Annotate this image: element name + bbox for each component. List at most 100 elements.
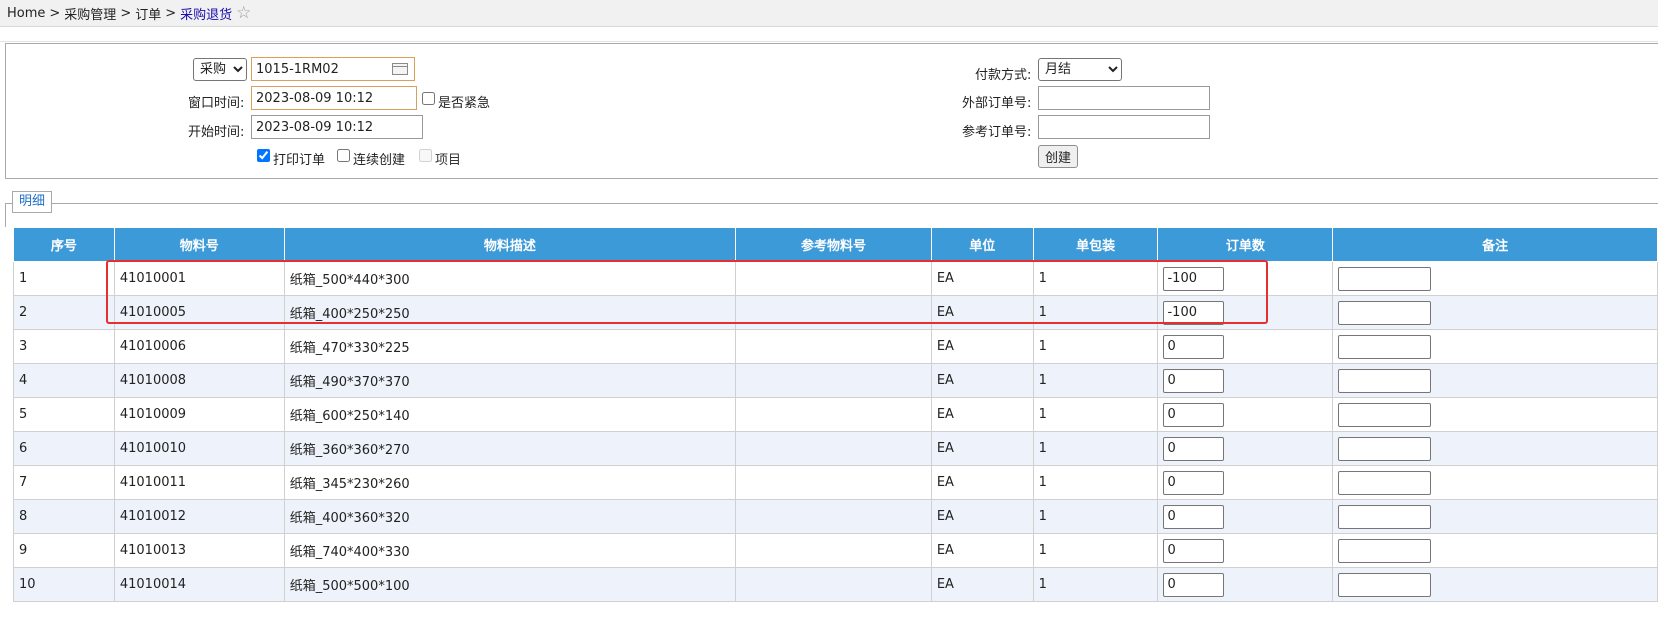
breadcrumb-home[interactable]: Home	[7, 6, 45, 21]
note-input[interactable]	[1338, 402, 1432, 427]
table-row: 6 41010010 纸箱_360*360*270 EA 1	[13, 431, 1658, 466]
cell-unit: EA	[930, 533, 1034, 568]
create-button[interactable]: 创建	[1038, 145, 1079, 168]
note-input[interactable]	[1338, 266, 1432, 291]
note-input[interactable]	[1338, 368, 1432, 393]
breadcrumb-orders[interactable]: 订单	[135, 8, 161, 23]
breadcrumb-bar: Home > 采购管理 > 订单 > 采购退货 ☆	[0, 0, 1658, 27]
qty-input[interactable]	[1163, 436, 1225, 461]
cell-pack: 1	[1032, 261, 1159, 296]
column-header-description: 物料描述	[283, 227, 737, 262]
breadcrumb: Home > 采购管理 > 订单 > 采购退货 ☆	[7, 4, 251, 24]
column-header-unit: 单位	[930, 227, 1034, 262]
cell-no: 4	[13, 363, 115, 398]
qty-input[interactable]	[1163, 300, 1225, 325]
note-input[interactable]	[1338, 334, 1432, 359]
cell-material: 41010005	[113, 295, 285, 330]
cell-material: 41010010	[113, 431, 285, 466]
note-input[interactable]	[1338, 300, 1432, 325]
external-order-no-field[interactable]	[1038, 86, 1210, 110]
cell-no: 8	[13, 499, 115, 534]
column-header-no: 序号	[13, 227, 115, 262]
cell-description: 纸箱_740*400*330	[283, 533, 737, 568]
qty-input[interactable]	[1163, 368, 1225, 393]
cell-unit: EA	[930, 431, 1034, 466]
cell-note	[1332, 431, 1658, 466]
breadcrumb-purchasing[interactable]: 采购管理	[64, 8, 116, 23]
cell-ref-material	[735, 363, 932, 398]
breadcrumb-current[interactable]: 采购退货	[180, 8, 232, 23]
external-order-no-label: 外部订单号:	[962, 96, 1032, 111]
order-type-select[interactable]: 采购	[193, 58, 247, 81]
cell-material: 41010012	[113, 499, 285, 534]
cell-description: 纸箱_470*330*225	[283, 329, 737, 364]
cell-no: 6	[13, 431, 115, 466]
cell-qty	[1157, 465, 1334, 500]
cell-no: 1	[13, 261, 115, 296]
star-outline-icon[interactable]: ☆	[236, 5, 251, 22]
note-input[interactable]	[1338, 470, 1432, 495]
cell-pack: 1	[1032, 431, 1159, 466]
detail-fieldset-border-left	[5, 203, 6, 227]
note-input[interactable]	[1338, 436, 1432, 461]
cell-description: 纸箱_400*250*250	[283, 295, 737, 330]
column-header-note: 备注	[1332, 227, 1658, 262]
cell-ref-material	[735, 533, 932, 568]
continuous-create-checkbox[interactable]	[337, 149, 350, 162]
project-checkbox[interactable]	[419, 149, 432, 162]
note-input[interactable]	[1338, 538, 1432, 563]
table-row: 4 41010008 纸箱_490*370*370 EA 1	[13, 363, 1658, 398]
cell-note	[1332, 533, 1658, 568]
qty-input[interactable]	[1163, 402, 1225, 427]
column-header-qty: 订单数	[1157, 227, 1334, 262]
payment-method-select[interactable]: 月结	[1038, 58, 1122, 81]
qty-input[interactable]	[1163, 538, 1225, 563]
cell-qty	[1157, 499, 1334, 534]
cell-qty	[1157, 567, 1334, 602]
cell-unit: EA	[930, 465, 1034, 500]
cell-description: 纸箱_490*370*370	[283, 363, 737, 398]
start-time-label: 开始时间:	[188, 125, 245, 140]
cell-description: 纸箱_360*360*270	[283, 431, 737, 466]
cell-material: 41010013	[113, 533, 285, 568]
qty-input[interactable]	[1163, 504, 1225, 529]
reference-order-no-field[interactable]	[1038, 115, 1210, 139]
window-time-label: 窗口时间:	[188, 96, 245, 111]
detail-fieldset-border	[5, 203, 1658, 204]
cell-unit: EA	[930, 295, 1034, 330]
cell-ref-material	[735, 465, 932, 500]
cell-unit: EA	[930, 499, 1034, 534]
print-order-label: 打印订单	[273, 153, 326, 168]
qty-input[interactable]	[1163, 266, 1225, 291]
cell-note	[1332, 295, 1658, 330]
urgent-checkbox[interactable]	[422, 92, 435, 105]
cell-unit: EA	[930, 363, 1034, 398]
calendar-icon[interactable]	[392, 63, 408, 75]
cell-no: 5	[13, 397, 115, 432]
cell-ref-material	[735, 329, 932, 364]
breadcrumb-separator: >	[120, 6, 132, 21]
cell-qty	[1157, 295, 1334, 330]
cell-pack: 1	[1032, 329, 1159, 364]
toolbar-strip	[0, 27, 1658, 42]
cell-unit: EA	[930, 567, 1034, 602]
cell-ref-material	[735, 295, 932, 330]
qty-input[interactable]	[1163, 470, 1225, 495]
note-input[interactable]	[1338, 572, 1432, 597]
payment-method-label: 付款方式:	[975, 68, 1032, 83]
cell-qty	[1157, 533, 1334, 568]
cell-no: 9	[13, 533, 115, 568]
print-order-checkbox[interactable]	[257, 149, 270, 162]
qty-input[interactable]	[1163, 334, 1225, 359]
qty-input[interactable]	[1163, 572, 1225, 597]
cell-material: 41010009	[113, 397, 285, 432]
note-input[interactable]	[1338, 504, 1432, 529]
project-label: 项目	[435, 153, 462, 168]
supplier-code-field[interactable]	[251, 57, 415, 81]
window-time-field[interactable]	[251, 86, 417, 110]
cell-no: 7	[13, 465, 115, 500]
start-time-field[interactable]	[251, 115, 423, 139]
cell-no: 3	[13, 329, 115, 364]
detail-legend: 明细	[12, 191, 53, 213]
cell-pack: 1	[1032, 295, 1159, 330]
